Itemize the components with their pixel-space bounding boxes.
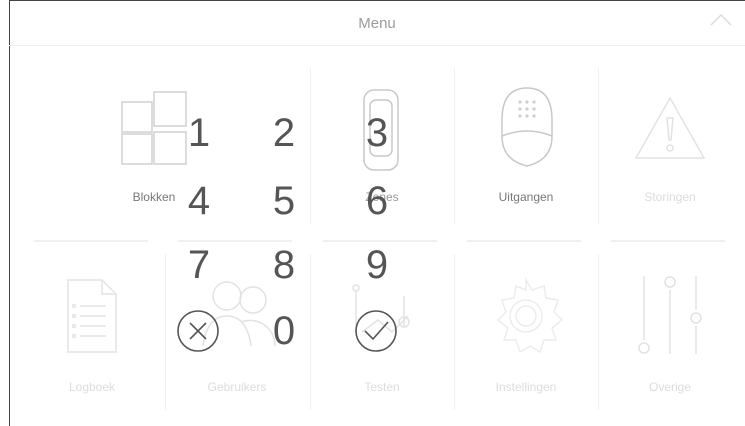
tile-instellingen[interactable]: Instellingen [454, 254, 598, 404]
tile-label: Logboek [68, 380, 116, 394]
key-0[interactable]: 0 [254, 308, 314, 354]
chevron-up-icon[interactable] [709, 13, 733, 27]
tile-label: Storingen [644, 190, 696, 204]
cancel-x-icon[interactable] [175, 308, 221, 354]
row-divider [467, 240, 581, 242]
key-7[interactable]: 7 [169, 242, 229, 288]
tile-uitgangen[interactable]: Uitgangen [454, 68, 598, 218]
row-divider [611, 240, 725, 242]
key-5[interactable]: 5 [254, 178, 314, 224]
logbook-icon [67, 279, 117, 353]
tile-label: Instellingen [495, 380, 557, 394]
tile-storingen[interactable]: Storingen [598, 68, 742, 218]
warning-triangle-icon [634, 96, 706, 159]
tile-label: Uitgangen [498, 190, 554, 204]
tile-label: Testen [364, 380, 400, 394]
tile-label: Overige [648, 380, 692, 394]
row-divider [34, 240, 148, 242]
key-3[interactable]: 3 [347, 110, 407, 156]
tile-logboek[interactable]: Logboek [20, 254, 164, 404]
siren-icon [501, 87, 553, 167]
menu-header: Menu [9, 1, 745, 46]
sliders-icon [638, 276, 702, 354]
key-1[interactable]: 1 [169, 110, 229, 156]
confirm-check-icon[interactable] [353, 308, 399, 354]
tile-overige[interactable]: Overige [598, 254, 742, 404]
key-6[interactable]: 6 [347, 178, 407, 224]
key-2[interactable]: 2 [254, 110, 314, 156]
key-8[interactable]: 8 [254, 242, 314, 288]
key-9[interactable]: 9 [347, 242, 407, 288]
key-4[interactable]: 4 [169, 178, 229, 224]
tile-label: Gebruikers [207, 380, 267, 394]
gear-icon [496, 277, 564, 354]
menu-title: Menu [358, 15, 396, 32]
